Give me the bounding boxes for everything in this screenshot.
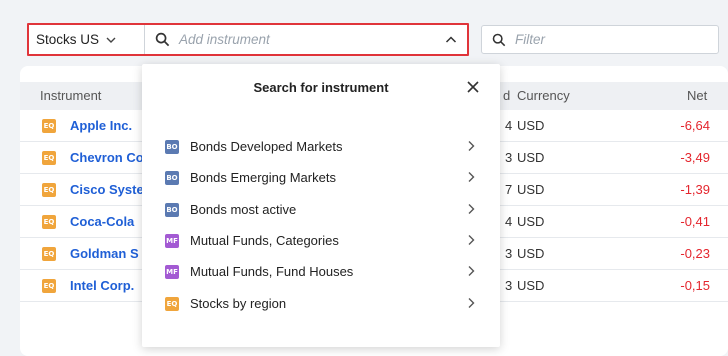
equity-badge: EQ	[42, 279, 56, 293]
chevron-right-icon	[468, 172, 475, 182]
popup-item-label: Mutual Funds, Categories	[190, 233, 339, 248]
popup-item-label: Mutual Funds, Fund Houses	[190, 264, 354, 279]
search-icon	[155, 32, 170, 47]
column-header-partial: d	[503, 88, 511, 103]
row-partial-value: 3	[505, 278, 513, 293]
chevron-right-icon	[468, 298, 475, 308]
add-instrument-placeholder: Add instrument	[179, 32, 270, 47]
equity-badge: EQ	[42, 215, 56, 229]
row-currency: USD	[517, 214, 545, 229]
bond-badge: BO	[165, 140, 179, 154]
row-partial-value: 3	[505, 150, 513, 165]
instrument-name[interactable]: Cisco Syste	[70, 182, 144, 197]
row-currency: USD	[517, 118, 545, 133]
mutual-fund-badge: MF	[165, 234, 179, 248]
popup-title: Search for instrument	[253, 80, 389, 95]
filter-placeholder: Filter	[515, 32, 545, 47]
market-select[interactable]: Stocks US	[29, 25, 145, 54]
instrument-name[interactable]: Apple Inc.	[70, 118, 132, 133]
column-header-instrument: Instrument	[40, 88, 102, 103]
popup-item-label: Stocks by region	[190, 296, 287, 311]
chevron-right-icon	[468, 204, 475, 214]
column-header-net: Net	[687, 88, 708, 103]
popup-item-bonds-developed[interactable]: BO Bonds Developed Markets	[162, 134, 482, 160]
filter-input[interactable]: Filter	[481, 25, 719, 54]
row-net: -6,64	[680, 118, 710, 133]
row-currency: USD	[517, 246, 545, 261]
row-net: -0,41	[680, 214, 710, 229]
row-net: -1,39	[680, 182, 710, 197]
popup-item-stocks-by-region[interactable]: EQ Stocks by region	[162, 291, 482, 317]
bond-badge: BO	[165, 171, 179, 185]
chevron-right-icon	[468, 235, 475, 245]
popup-item-bonds-most-active[interactable]: BO Bonds most active	[162, 197, 482, 223]
row-partial-value: 4	[505, 214, 513, 229]
equity-badge: EQ	[165, 297, 179, 311]
chevron-right-icon	[468, 141, 475, 151]
instrument-name[interactable]: Intel Corp.	[70, 278, 134, 293]
column-header-currency: Currency	[517, 88, 570, 103]
row-currency: USD	[517, 182, 545, 197]
instrument-name[interactable]: Chevron Co	[70, 150, 144, 165]
row-currency: USD	[517, 278, 545, 293]
search-instrument-popup: Search for instrument BO Bonds Developed…	[142, 64, 500, 347]
market-select-value: Stocks US	[36, 32, 100, 47]
instrument-search-bar: Stocks US Add instrument	[27, 23, 469, 56]
equity-badge: EQ	[42, 119, 56, 133]
chevron-up-icon[interactable]	[445, 34, 457, 46]
equity-badge: EQ	[42, 183, 56, 197]
close-icon[interactable]	[465, 79, 481, 95]
chevron-down-icon	[106, 37, 116, 43]
row-partial-value: 7	[505, 182, 513, 197]
popup-item-bonds-emerging[interactable]: BO Bonds Emerging Markets	[162, 165, 482, 191]
equity-badge: EQ	[42, 151, 56, 165]
row-net: -3,49	[680, 150, 710, 165]
instrument-name[interactable]: Goldman S	[70, 246, 139, 261]
popup-item-mutual-funds-fund-houses[interactable]: MF Mutual Funds, Fund Houses	[162, 259, 482, 285]
popup-item-mutual-funds-categories[interactable]: MF Mutual Funds, Categories	[162, 228, 482, 254]
bond-badge: BO	[165, 203, 179, 217]
add-instrument-input[interactable]: Add instrument	[145, 25, 467, 54]
popup-item-label: Bonds Emerging Markets	[190, 170, 336, 185]
row-net: -0,23	[680, 246, 710, 261]
row-partial-value: 4	[505, 118, 513, 133]
row-currency: USD	[517, 150, 545, 165]
equity-badge: EQ	[42, 247, 56, 261]
popup-item-label: Bonds most active	[190, 202, 297, 217]
row-partial-value: 3	[505, 246, 513, 261]
mutual-fund-badge: MF	[165, 265, 179, 279]
chevron-right-icon	[468, 266, 475, 276]
search-icon	[492, 33, 506, 46]
instrument-name[interactable]: Coca-Cola	[70, 214, 134, 229]
popup-item-label: Bonds Developed Markets	[190, 139, 343, 154]
row-net: -0,15	[680, 278, 710, 293]
